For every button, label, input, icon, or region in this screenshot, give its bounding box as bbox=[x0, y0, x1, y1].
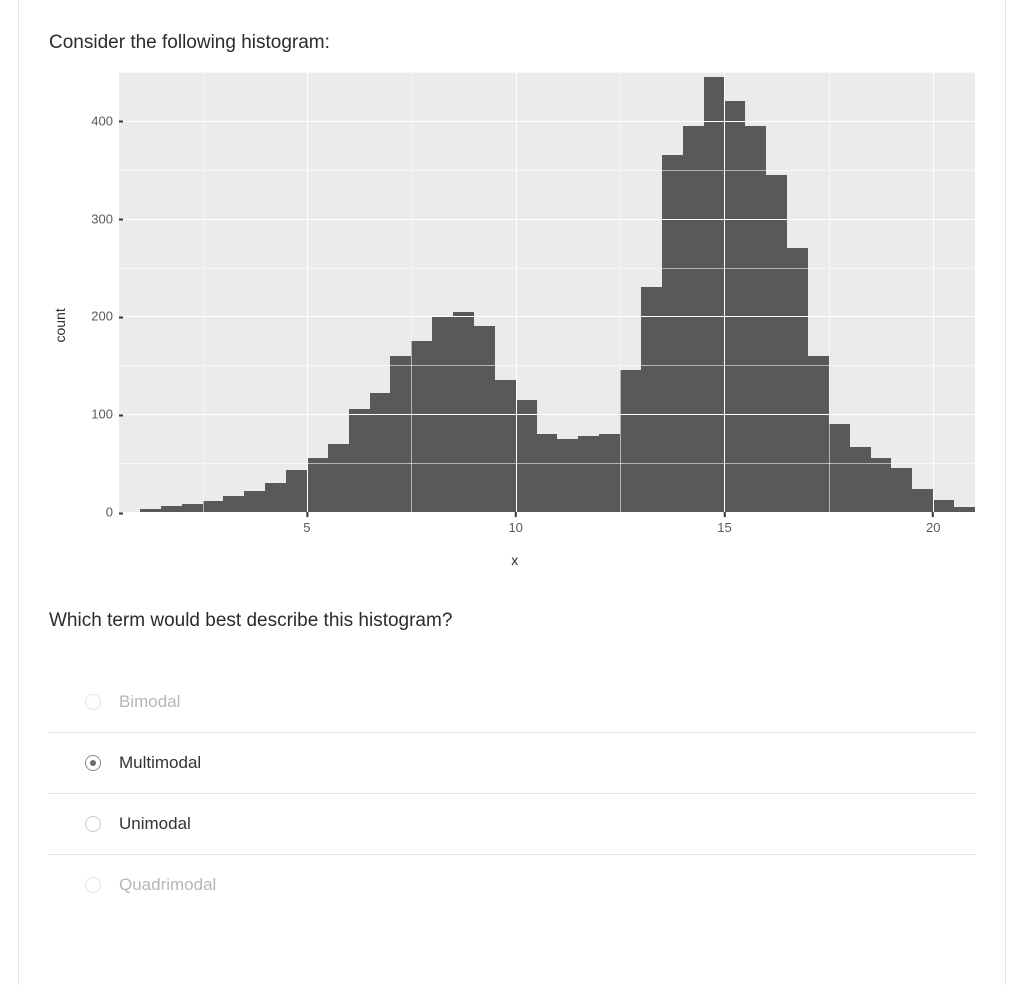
histogram-bar bbox=[516, 400, 537, 512]
histogram-bar bbox=[745, 126, 766, 512]
histogram-bar bbox=[871, 458, 892, 512]
histogram-bar bbox=[370, 393, 391, 512]
histogram-bar bbox=[683, 126, 704, 512]
histogram-bar bbox=[891, 468, 912, 512]
x-tick: 15 bbox=[717, 512, 731, 535]
radio-icon bbox=[85, 755, 101, 771]
histogram-bar bbox=[244, 491, 265, 513]
bars-container bbox=[119, 72, 975, 512]
y-tick: 100 bbox=[91, 407, 119, 422]
y-tick: 0 bbox=[106, 505, 119, 520]
histogram-bar bbox=[662, 155, 683, 512]
histogram-bar bbox=[203, 501, 224, 512]
radio-icon bbox=[85, 877, 101, 893]
histogram-bar bbox=[265, 483, 286, 512]
x-tick: 5 bbox=[303, 512, 310, 535]
histogram-bar bbox=[620, 370, 641, 512]
y-tick: 400 bbox=[91, 113, 119, 128]
histogram-bar bbox=[850, 447, 871, 512]
y-tick: 300 bbox=[91, 211, 119, 226]
histogram-bar bbox=[829, 424, 850, 512]
histogram-bar bbox=[495, 380, 516, 512]
histogram-bar bbox=[182, 504, 203, 512]
option-bimodal[interactable]: Bimodal bbox=[49, 672, 975, 733]
y-tick: 200 bbox=[91, 309, 119, 324]
histogram-bar bbox=[808, 356, 829, 512]
histogram-bar bbox=[349, 409, 370, 512]
histogram-bar bbox=[912, 489, 933, 512]
histogram-bar bbox=[641, 287, 662, 512]
histogram-bar bbox=[724, 101, 745, 512]
histogram-bar bbox=[537, 434, 558, 512]
option-label: Quadrimodal bbox=[119, 875, 216, 895]
option-unimodal[interactable]: Unimodal bbox=[49, 794, 975, 855]
histogram-bar bbox=[286, 470, 307, 512]
question-card: Consider the following histogram: count … bbox=[0, 0, 1024, 985]
histogram-bar bbox=[578, 436, 599, 512]
option-label: Bimodal bbox=[119, 692, 180, 712]
question-text: Which term would best describe this hist… bbox=[49, 610, 975, 632]
x-tick: 20 bbox=[926, 512, 940, 535]
histogram-bar bbox=[599, 434, 620, 512]
option-label: Unimodal bbox=[119, 814, 191, 834]
histogram-bar bbox=[307, 458, 328, 512]
histogram-bar bbox=[766, 175, 787, 512]
options-list: Bimodal Multimodal Unimodal Quadrimodal bbox=[49, 672, 975, 915]
option-label: Multimodal bbox=[119, 753, 201, 773]
prompt-text: Consider the following histogram: bbox=[49, 32, 975, 54]
x-axis-label: x bbox=[511, 552, 518, 568]
x-tick: 10 bbox=[508, 512, 522, 535]
plot-panel: 01002003004005101520 bbox=[119, 72, 975, 512]
histogram-bar bbox=[557, 439, 578, 512]
option-quadrimodal[interactable]: Quadrimodal bbox=[49, 855, 975, 915]
histogram-bar bbox=[704, 77, 725, 512]
histogram-bar bbox=[453, 312, 474, 512]
histogram-chart: count 01002003004005101520 x bbox=[49, 72, 975, 582]
histogram-bar bbox=[474, 326, 495, 512]
histogram-bar bbox=[223, 496, 244, 512]
card-inner: Consider the following histogram: count … bbox=[18, 0, 1006, 985]
option-multimodal[interactable]: Multimodal bbox=[49, 733, 975, 794]
radio-icon bbox=[85, 816, 101, 832]
histogram-bar bbox=[390, 356, 411, 512]
histogram-bar bbox=[411, 341, 432, 512]
y-axis-label: count bbox=[52, 308, 68, 342]
histogram-bar bbox=[933, 500, 954, 512]
histogram-bar bbox=[787, 248, 808, 512]
histogram-bar bbox=[328, 444, 349, 512]
radio-icon bbox=[85, 694, 101, 710]
